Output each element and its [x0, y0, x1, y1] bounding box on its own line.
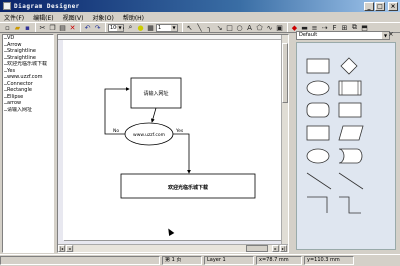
chevron-down-icon: ▼ [171, 24, 177, 31]
undo-icon[interactable]: ↶ [83, 23, 92, 32]
new-file-icon[interactable]: ▫ [3, 23, 12, 32]
menu-edit[interactable]: 编辑(E) [33, 13, 53, 22]
lightbulb-icon[interactable]: ● [136, 23, 145, 32]
status-bar: 第 1 页 Layer 1 x=78.7 mm y=110.3 mm [0, 254, 400, 266]
palette-rectangle[interactable] [306, 58, 330, 74]
grid-icon[interactable]: ▦ [146, 23, 155, 32]
palette-shapes [306, 57, 364, 214]
url-decision-label: www.uzzf.com [133, 132, 165, 138]
status-y: y=110.3 mm [304, 256, 354, 265]
select-pointer-icon[interactable]: ↖ [185, 23, 194, 32]
grid-value: 1 [158, 24, 162, 31]
polygon-tool-icon[interactable]: ⬠ [255, 23, 264, 32]
diagram-page[interactable]: 请输入网址 www.uzzf.com Yes No 欢迎光临乐城下载 [63, 40, 283, 240]
toolbar-separator [182, 23, 183, 32]
toolbar-separator [287, 23, 288, 32]
connector-tool-icon[interactable]: ╮ [205, 23, 214, 32]
input-url-label: 请输入网址 [143, 90, 168, 97]
prev-page-icon[interactable]: ◂ [66, 245, 73, 252]
palette-line[interactable] [306, 172, 332, 190]
diagram-svg: 请输入网址 www.uzzf.com Yes No 欢迎光临乐城下载 [104, 77, 256, 199]
palette-connector[interactable] [307, 196, 328, 213]
palette-selected: Default [299, 32, 318, 38]
yes-arrow[interactable] [173, 133, 191, 174]
minimize-button[interactable]: _ [364, 1, 374, 11]
zoom-select[interactable]: 100%▼ [108, 23, 124, 32]
status-x: x=78.7 mm [256, 256, 302, 265]
menu-bar: 文件(F) 编辑(E) 视图(V) 对象(O) 帮助(H) [0, 12, 400, 22]
tree-item[interactable]: 请输入网址 [3, 107, 53, 114]
close-button[interactable]: × [388, 1, 398, 11]
curve-tool-icon[interactable]: ∿ [265, 23, 274, 32]
horizontal-scrollbar[interactable]: |◂ ◂ ▸ ▸| [58, 244, 288, 252]
grid-select[interactable]: 1 ▼ [156, 23, 178, 32]
close-icon[interactable]: × [387, 31, 395, 39]
last-page-icon[interactable]: ▸| [280, 245, 287, 252]
open-folder-icon[interactable]: ▰ [13, 23, 22, 32]
status-layer: Layer 1 [204, 256, 254, 265]
palette-line-2[interactable] [338, 172, 364, 190]
paste-icon[interactable]: ▤ [58, 23, 67, 32]
zoom-icon[interactable]: ⌕ [126, 23, 135, 32]
text-tool-icon[interactable]: A [245, 23, 254, 32]
delete-icon[interactable]: ✕ [68, 23, 77, 32]
title-bar: Diagram Designer _ □ × [0, 0, 400, 12]
palette-select[interactable]: Default ▼ [296, 31, 390, 40]
arrow-tool-icon[interactable]: ↘ [215, 23, 224, 32]
scroll-track[interactable] [74, 245, 272, 252]
palette-parallelogram[interactable] [338, 125, 364, 141]
scroll-thumb[interactable] [282, 43, 288, 103]
palette-diamond[interactable] [340, 57, 358, 75]
toolbar-separator [105, 23, 106, 32]
palette-rect-3[interactable] [306, 125, 330, 141]
no-arrow[interactable] [104, 87, 130, 135]
rectangle-tool-icon[interactable]: □ [225, 23, 234, 32]
menu-file[interactable]: 文件(F) [4, 13, 24, 22]
palette-rect-2[interactable] [338, 102, 362, 118]
window-title: Diagram Designer [14, 2, 80, 10]
chevron-down-icon: ▼ [117, 24, 123, 31]
palette-ellipse[interactable] [306, 80, 330, 96]
shape-palette-panel: Default ▼ × [294, 30, 398, 253]
status-page: 第 1 页 [162, 256, 202, 265]
app-icon [3, 2, 11, 10]
no-label: No [113, 128, 119, 134]
vertical-scrollbar[interactable] [281, 35, 288, 252]
palette-connector-2[interactable] [339, 196, 361, 214]
first-page-icon[interactable]: |◂ [58, 245, 65, 252]
maximize-button[interactable]: □ [375, 1, 385, 11]
cut-icon[interactable]: ✂ [38, 23, 47, 32]
object-tree-panel: VD Arrow Straightline Straightline 欢迎光临乐… [2, 34, 54, 253]
menu-view[interactable]: 视图(V) [63, 13, 84, 22]
ellipse-tool-icon[interactable]: ○ [235, 23, 244, 32]
welcome-label: 欢迎光临乐城下载 [167, 184, 208, 191]
palette-delay[interactable] [338, 148, 363, 164]
menu-help[interactable]: 帮助(H) [123, 13, 144, 22]
yes-label: Yes [175, 128, 184, 134]
toolbar-separator [80, 23, 81, 32]
palette-rounded-rect[interactable] [306, 102, 330, 118]
toolbar-separator [35, 23, 36, 32]
next-page-icon[interactable]: ▸ [272, 245, 279, 252]
line-tool-icon[interactable]: ╲ [195, 23, 204, 32]
scroll-thumb[interactable] [246, 245, 268, 252]
redo-icon[interactable]: ↷ [93, 23, 102, 32]
save-icon[interactable]: ▪ [23, 23, 32, 32]
palette-body [296, 42, 396, 250]
status-blank [0, 256, 160, 265]
drawing-canvas[interactable]: 请输入网址 www.uzzf.com Yes No 欢迎光临乐城下载 |◂ ◂ … [57, 34, 289, 253]
image-tool-icon[interactable]: ▣ [275, 23, 284, 32]
palette-ellipse-2[interactable] [306, 148, 330, 164]
menu-object[interactable]: 对象(O) [92, 13, 113, 22]
flow-arrow[interactable] [150, 107, 157, 123]
copy-icon[interactable]: ❐ [48, 23, 57, 32]
